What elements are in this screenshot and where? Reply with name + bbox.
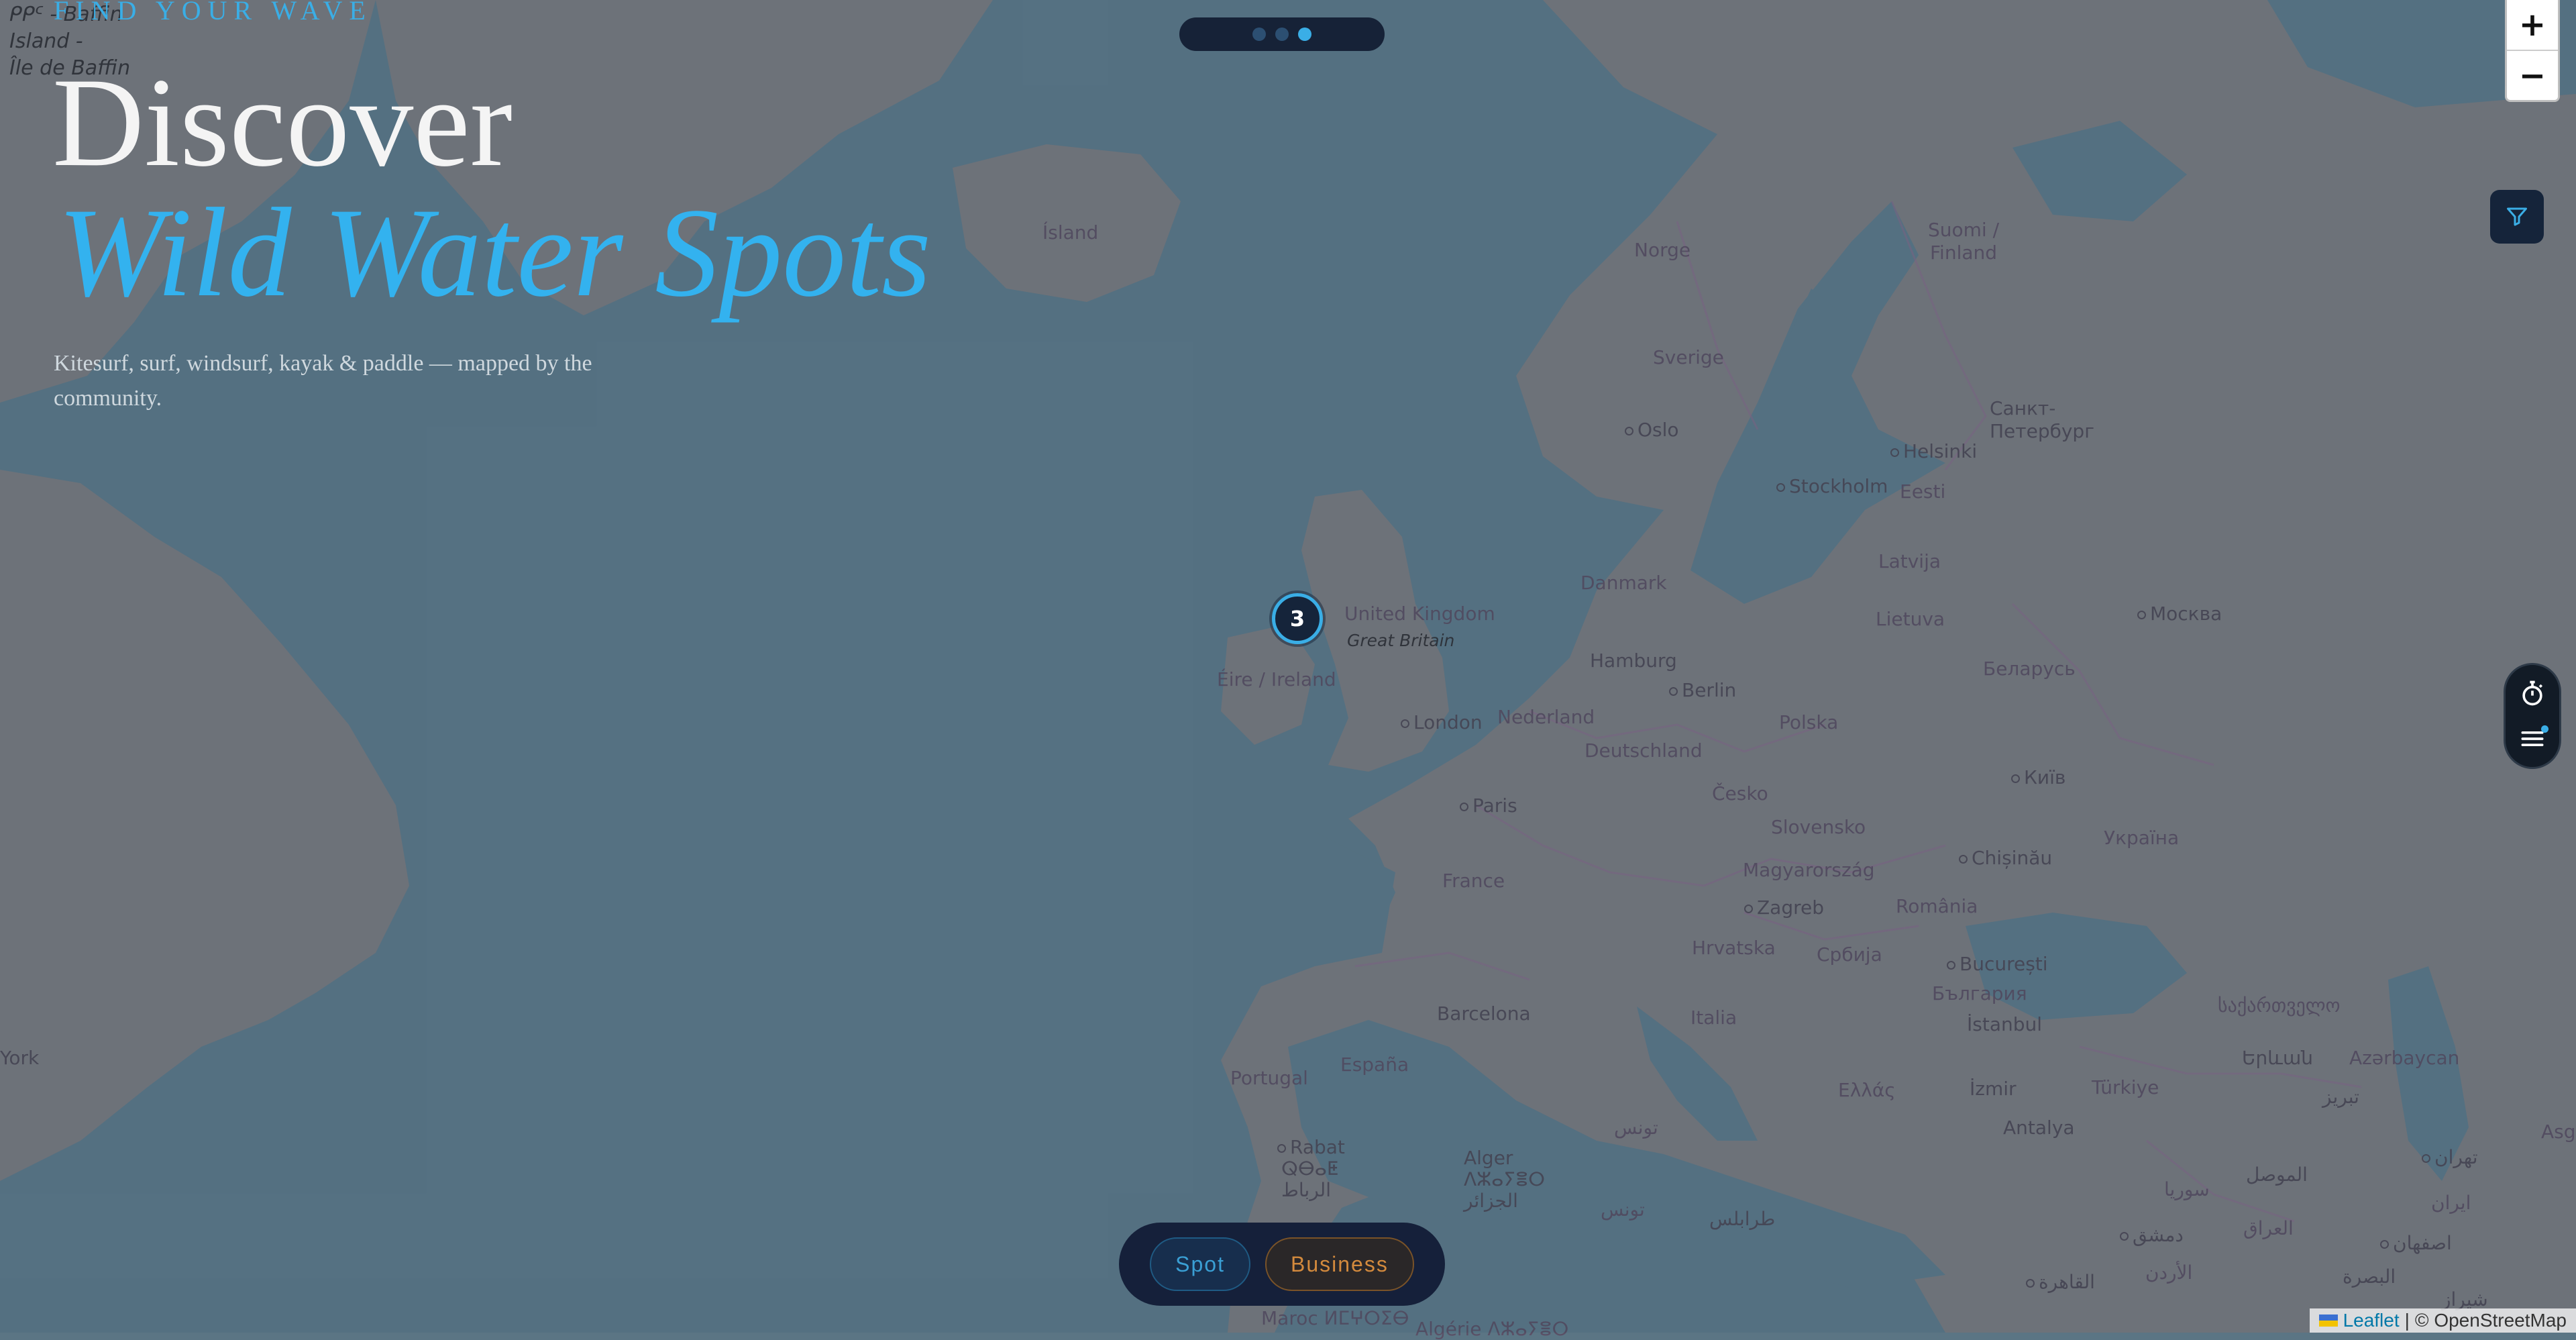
map-label-dimashq: دمشق xyxy=(2120,1224,2184,1246)
map-label-danmark: Danmark xyxy=(1580,572,1667,594)
map-label-eire: Éire / Ireland xyxy=(1217,668,1336,690)
map-label-paris: Paris xyxy=(1460,794,1517,817)
map-label-tunis-city: تونس xyxy=(1614,1117,1658,1139)
map-label-helsinki: Helsinki xyxy=(1890,440,1977,462)
map-label-oslo: Oslo xyxy=(1625,419,1679,441)
map-label-moskva: Москва xyxy=(2137,603,2222,625)
map-label-magyar: Magyarország xyxy=(1743,859,1875,881)
page-dot-2[interactable] xyxy=(1275,28,1289,41)
ukraine-flag-icon xyxy=(2318,1315,2338,1327)
map-label-tehran: تهران xyxy=(2422,1146,2478,1168)
side-tool-pill xyxy=(2504,663,2561,769)
map-label-algerie: Algérie ⴷⵣⴰⵢⴻⵔ xyxy=(1415,1318,1569,1340)
map-label-zagreb: Zagreb xyxy=(1744,896,1824,919)
list-button[interactable] xyxy=(2515,721,2550,756)
map-label-ellas: Ελλάς xyxy=(1838,1079,1896,1101)
map-label-uk: United Kingdom xyxy=(1344,603,1495,625)
map-label-suriya: سوريا xyxy=(2164,1178,2210,1200)
filter-button[interactable] xyxy=(2490,190,2544,244)
map-label-cairo: القاهرة xyxy=(2026,1271,2095,1293)
map-label-spb: Санкт- Петербург xyxy=(1990,397,2094,442)
map-label-asg: Asg xyxy=(2541,1121,2576,1143)
map-label-norge: Norge xyxy=(1634,239,1691,261)
map-label-bulgaria: България xyxy=(1932,982,2027,1004)
map-label-belarus: Беларусь xyxy=(1983,658,2076,680)
map-label-portugal: Portugal xyxy=(1230,1067,1308,1089)
osm-attribution[interactable]: © OpenStreetMap xyxy=(2415,1310,2567,1331)
zoom-control: + − xyxy=(2505,0,2560,102)
map-label-france: France xyxy=(1442,870,1505,892)
map-label-barcelona: Barcelona xyxy=(1437,1002,1531,1025)
map-label-hamburg: Hamburg xyxy=(1590,650,1677,672)
zoom-out-button[interactable]: − xyxy=(2507,51,2558,101)
map-label-romania: România xyxy=(1896,895,1978,917)
map-label-srbija: Србија xyxy=(1817,943,1882,966)
map-label-alger: Alger ⴷⵣⴰⵢⴻⵔ الجزائر xyxy=(1464,1147,1545,1212)
map-label-georgia: საქართველო xyxy=(2218,994,2341,1017)
zoom-in-button[interactable]: + xyxy=(2507,0,2558,51)
map-label-sverige: Sverige xyxy=(1653,346,1724,368)
map-label-maroc: Maroc ⵍⵎⵖⵔⵉⴱ xyxy=(1261,1307,1409,1329)
attribution-separator: | xyxy=(2404,1310,2410,1331)
map-label-york: York xyxy=(0,1047,40,1069)
map-label-alurdun: الأردن xyxy=(2145,1261,2193,1284)
map-label-espana: España xyxy=(1340,1053,1409,1076)
add-type-bar: Spot Business xyxy=(1119,1223,1445,1306)
business-button[interactable]: Business xyxy=(1265,1237,1414,1291)
map-label-turkiye: Türkiye xyxy=(2092,1076,2159,1098)
map-label-stockholm: Stockholm xyxy=(1776,475,1888,497)
map-label-great-britain: Great Britain xyxy=(1347,631,1455,650)
map-label-hrvatska: Hrvatska xyxy=(1692,937,1776,959)
spot-button[interactable]: Spot xyxy=(1150,1237,1250,1291)
map-label-yerevan: Երևան xyxy=(2242,1047,2313,1069)
map-label-lietuva: Lietuva xyxy=(1876,608,1945,630)
map-label-bucuresti: București xyxy=(1947,953,2048,975)
map-label-antalya: Antalya xyxy=(2003,1117,2075,1139)
map-label-italia: Italia xyxy=(1690,1007,1737,1029)
map-label-iran: ایران xyxy=(2431,1192,2471,1214)
page-dot-1[interactable] xyxy=(1252,28,1266,41)
map-label-tarabulus: طرابلس xyxy=(1709,1208,1776,1230)
map-label-mosul: الموصل xyxy=(2246,1164,2308,1186)
map-label-cesko: Česko xyxy=(1712,782,1768,805)
map-label-berlin: Berlin xyxy=(1669,679,1736,701)
map-attribution: Leaflet | © OpenStreetMap xyxy=(2309,1308,2576,1333)
page-dot-3[interactable] xyxy=(1298,28,1311,41)
map-label-tabriz: تبریز xyxy=(2322,1086,2359,1108)
map-label-suomi: Suomi / Finland xyxy=(1928,219,2000,264)
hero-title-line1: Discover xyxy=(52,52,513,193)
map-label-iraq: العراق xyxy=(2243,1217,2294,1239)
map-label-rabat: Rabat xyxy=(1277,1137,1345,1158)
notification-dot xyxy=(2541,725,2548,733)
map-label-istanbul: İstanbul xyxy=(1967,1013,2043,1035)
leaflet-link[interactable]: Leaflet xyxy=(2343,1310,2400,1331)
map-label-deutschland: Deutschland xyxy=(1585,739,1703,762)
map-label-island: Ísland xyxy=(1042,221,1099,244)
timer-button[interactable] xyxy=(2515,676,2550,711)
filter-icon xyxy=(2507,207,2527,226)
map-label-chisinau: Chișinău xyxy=(1959,847,2052,869)
map-label-kyiv: Київ xyxy=(2011,766,2065,788)
map-label-london: London xyxy=(1401,711,1483,733)
hero-eyebrow: FIND YOUR WAVE xyxy=(54,0,372,25)
page-indicator xyxy=(1179,17,1385,51)
hero-subtitle: Kitesurf, surf, windsurf, kayak & paddle… xyxy=(54,351,592,411)
map-label-eesti: Eesti xyxy=(1900,480,1946,503)
map-label-tounes: تونس xyxy=(1601,1198,1645,1221)
map-label-rabat-local: ⵕⴱⴰⵟ الرباط xyxy=(1281,1157,1339,1201)
map-label-isfahan: اصفهان xyxy=(2380,1232,2452,1254)
hero-title-line2: Wild Water Spots xyxy=(58,183,931,323)
map-label-nederland: Nederland xyxy=(1497,706,1595,728)
map-label-latvija: Latvija xyxy=(1878,550,1941,572)
map-label-ukraina: Україна xyxy=(2104,827,2180,849)
map-label-shiraz: شیراز xyxy=(2442,1288,2488,1310)
spot-cluster-marker[interactable]: 3 xyxy=(1272,593,1323,644)
stopwatch-icon xyxy=(2522,680,2543,706)
map-label-polska: Polska xyxy=(1779,711,1839,733)
map-label-azerbaycan: Azərbaycan xyxy=(2349,1047,2460,1069)
map-label-slovensko: Slovensko xyxy=(1771,816,1866,838)
map-label-izmir: İzmir xyxy=(1970,1078,2017,1100)
map-label-basra: البصرة xyxy=(2343,1266,2396,1288)
